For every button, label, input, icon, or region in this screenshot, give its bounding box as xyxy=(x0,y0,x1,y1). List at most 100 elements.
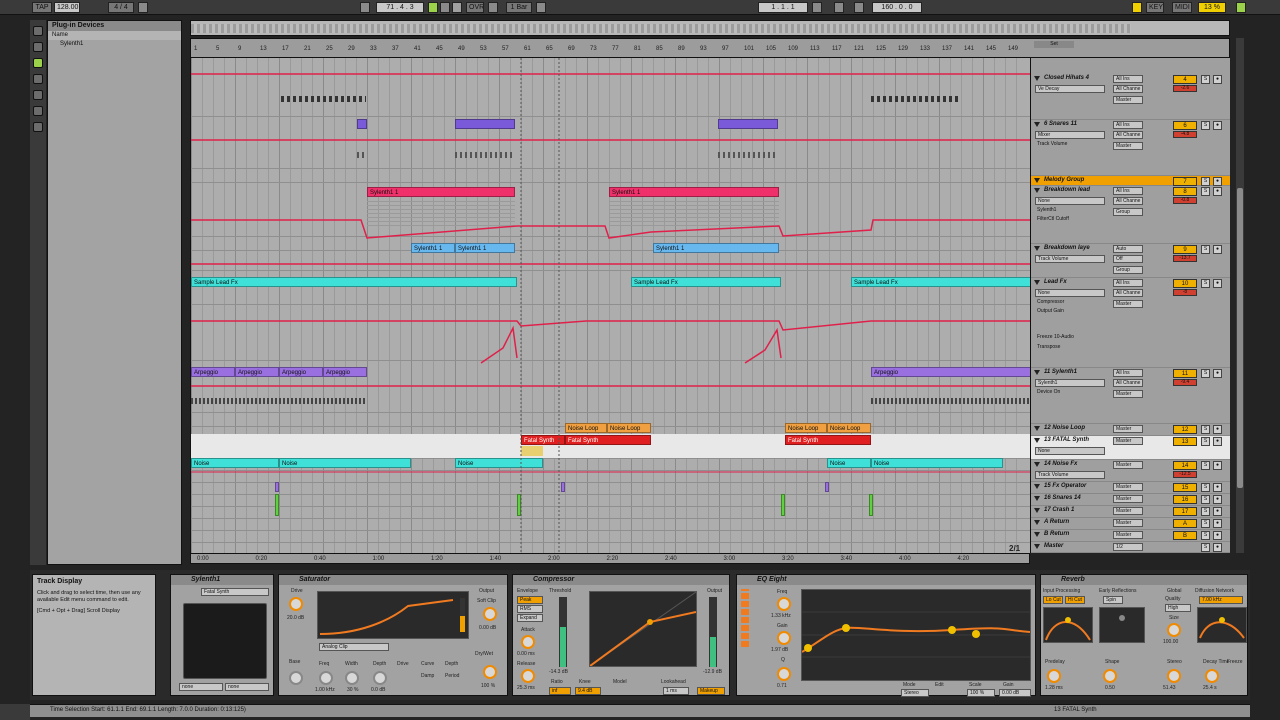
output-select[interactable]: Master xyxy=(1113,425,1143,433)
track-name[interactable]: 6 Snares 11 xyxy=(1044,121,1077,127)
fold-arrow-icon[interactable] xyxy=(1034,520,1040,525)
arm-button[interactable]: ● xyxy=(1213,279,1222,288)
track-activator-button[interactable]: 7 xyxy=(1173,177,1197,186)
automation-device-select[interactable]: None xyxy=(1035,197,1105,205)
solo-button[interactable]: S xyxy=(1201,425,1210,434)
position-field[interactable]: 71 . 4 . 3 xyxy=(376,2,424,13)
solo-button[interactable]: S xyxy=(1201,187,1210,196)
output-select[interactable]: 1/2 xyxy=(1113,543,1143,551)
plugins-browser-icon[interactable] xyxy=(33,58,43,68)
solo-button[interactable]: S xyxy=(1201,531,1210,540)
fold-arrow-icon[interactable] xyxy=(1034,370,1040,375)
input-channel-select[interactable]: All Channe xyxy=(1113,379,1143,387)
key-map-icon[interactable] xyxy=(1132,2,1142,13)
browser-toggle-icon[interactable] xyxy=(33,26,43,36)
track-activator-button[interactable]: 14 xyxy=(1173,461,1197,470)
fold-arrow-icon[interactable] xyxy=(1034,508,1040,513)
fold-arrow-icon[interactable] xyxy=(1034,484,1040,489)
arm-button[interactable]: ● xyxy=(1213,531,1222,540)
track-name[interactable]: 16 Snares 14 xyxy=(1044,495,1081,501)
solo-button[interactable]: S xyxy=(1201,121,1210,130)
sylenth-device[interactable]: Sylenth1 Fatal Synth none none xyxy=(170,574,274,696)
follow-icon[interactable] xyxy=(360,2,370,13)
mixer-track-7[interactable]: 12 Noise Loop Master 12 S ● xyxy=(1031,424,1230,436)
output-select[interactable]: Master xyxy=(1113,96,1143,104)
knee-value[interactable]: 9.4 dB xyxy=(575,687,601,695)
saturator-mode-select[interactable]: Analog Clip xyxy=(319,643,389,651)
solo-button[interactable]: S xyxy=(1201,177,1210,186)
volume-field[interactable]: -12.5 xyxy=(1173,471,1197,478)
mixer-track-13[interactable]: A Return Master A S ● xyxy=(1031,518,1230,530)
arm-button[interactable]: ● xyxy=(1213,245,1222,254)
mixer-track-11[interactable]: 16 Snares 14 Master 16 S ● xyxy=(1031,494,1230,506)
attack-knob[interactable] xyxy=(521,635,535,649)
fold-arrow-icon[interactable] xyxy=(1034,426,1040,431)
arm-button[interactable]: ● xyxy=(1213,519,1222,528)
track-activator-button[interactable]: 16 xyxy=(1173,495,1197,504)
arm-button[interactable]: ● xyxy=(1213,437,1222,446)
arm-button[interactable]: ● xyxy=(1213,483,1222,492)
peak-button[interactable]: Peak xyxy=(517,596,543,604)
output-select[interactable]: Master xyxy=(1113,390,1143,398)
track-activator-button[interactable]: 15 xyxy=(1173,483,1197,492)
arm-button[interactable]: ● xyxy=(1213,461,1222,470)
track-activator-button[interactable]: 13 xyxy=(1173,437,1197,446)
time-ruler[interactable]: 0:00 0:20 0:40 1:00 1:20 1:40 2:00 2:20 2:40 3:00… xyxy=(190,544,1030,564)
track-name[interactable]: 13 FATAL Synth xyxy=(1044,437,1089,443)
mixer-track-0[interactable]: Closed Hihats 4 All Ins All Channe Master Ve… xyxy=(1031,74,1230,120)
arm-button[interactable]: ● xyxy=(1213,75,1222,84)
track-activator-button[interactable]: 9 xyxy=(1173,245,1197,254)
rms-button[interactable]: RMS xyxy=(517,605,543,613)
lo-cut-button[interactable]: Lo Cut xyxy=(1043,596,1063,604)
fold-arrow-icon[interactable] xyxy=(1034,122,1040,127)
input-channel-select[interactable]: All Channe xyxy=(1113,289,1143,297)
band-select-buttons[interactable] xyxy=(741,589,749,647)
signature-field[interactable]: 4 / 4 xyxy=(108,2,134,13)
output-select[interactable]: Master xyxy=(1113,483,1143,491)
input-type-select[interactable]: All Ins xyxy=(1113,369,1143,377)
arm-button[interactable]: ● xyxy=(1213,425,1222,434)
size-knob[interactable] xyxy=(1167,623,1181,637)
devices-browser-icon[interactable] xyxy=(33,42,43,52)
vertical-scrollbar[interactable] xyxy=(1236,38,1244,553)
output-select[interactable]: Master xyxy=(1113,142,1143,150)
input-channel-select[interactable]: Off xyxy=(1113,255,1143,263)
input-type-select[interactable]: All Ins xyxy=(1113,279,1143,287)
solo-button[interactable]: S xyxy=(1201,543,1210,552)
scrollbar-thumb[interactable] xyxy=(1237,188,1243,488)
arm-button[interactable]: ● xyxy=(1213,177,1222,186)
automation-device-select[interactable]: Sylenth1 xyxy=(1035,379,1105,387)
set-locator-button[interactable]: Set xyxy=(1034,41,1074,48)
volume-field[interactable]: -2.6 xyxy=(1173,85,1197,92)
arrangement-overview[interactable] xyxy=(190,20,1230,36)
track-name[interactable]: 17 Crash 1 xyxy=(1044,507,1074,513)
adapt-value[interactable]: 0.00 dB xyxy=(999,689,1031,697)
solo-button[interactable]: S xyxy=(1201,461,1210,470)
output-select[interactable]: Master xyxy=(1113,507,1143,515)
solo-button[interactable]: S xyxy=(1201,507,1210,516)
output-select[interactable]: Master xyxy=(1113,437,1143,445)
track-name[interactable]: Melody Group xyxy=(1044,177,1084,183)
track-activator-button[interactable]: 11 xyxy=(1173,369,1197,378)
track-name[interactable]: Breakdown lead xyxy=(1044,187,1090,193)
tempo-field[interactable]: 128.00 xyxy=(54,2,80,13)
mixer-track-1[interactable]: 6 Snares 11 All Ins All Channe Master Mixer T… xyxy=(1031,120,1230,176)
fold-arrow-icon[interactable] xyxy=(1034,532,1040,537)
track-name[interactable]: Breakdown laye xyxy=(1044,245,1090,251)
mixer-track-9[interactable]: 14 Noise Fx Master Track Volume 14 S ● -12.5 xyxy=(1031,460,1230,482)
folder-4-icon[interactable] xyxy=(33,122,43,132)
solo-button[interactable]: S xyxy=(1201,75,1210,84)
loop-length-field[interactable]: 160 . 0 . 0 xyxy=(872,2,922,13)
reverb-device[interactable]: Reverb Input Processing Lo Cut Hi Cut Ea… xyxy=(1040,574,1248,696)
fold-arrow-icon[interactable] xyxy=(1034,544,1040,549)
base-knob[interactable] xyxy=(289,671,303,685)
solo-button[interactable]: S xyxy=(1201,369,1210,378)
freq-knob[interactable] xyxy=(777,597,791,611)
midi-map-button[interactable]: MIDI xyxy=(1172,2,1192,13)
punch-out-icon[interactable] xyxy=(854,2,864,13)
mixer-track-3[interactable]: Breakdown lead All Ins All Channe Group None… xyxy=(1031,186,1230,244)
fold-arrow-icon[interactable] xyxy=(1034,178,1040,183)
freq-knob[interactable] xyxy=(319,671,333,685)
output-select[interactable]: Master xyxy=(1113,495,1143,503)
beat-time-ruler[interactable]: 1 5 9 13 17 21 25 29 33 37 41 45 49 53 57 61 65 69 73 77 81 8… xyxy=(190,38,1230,58)
